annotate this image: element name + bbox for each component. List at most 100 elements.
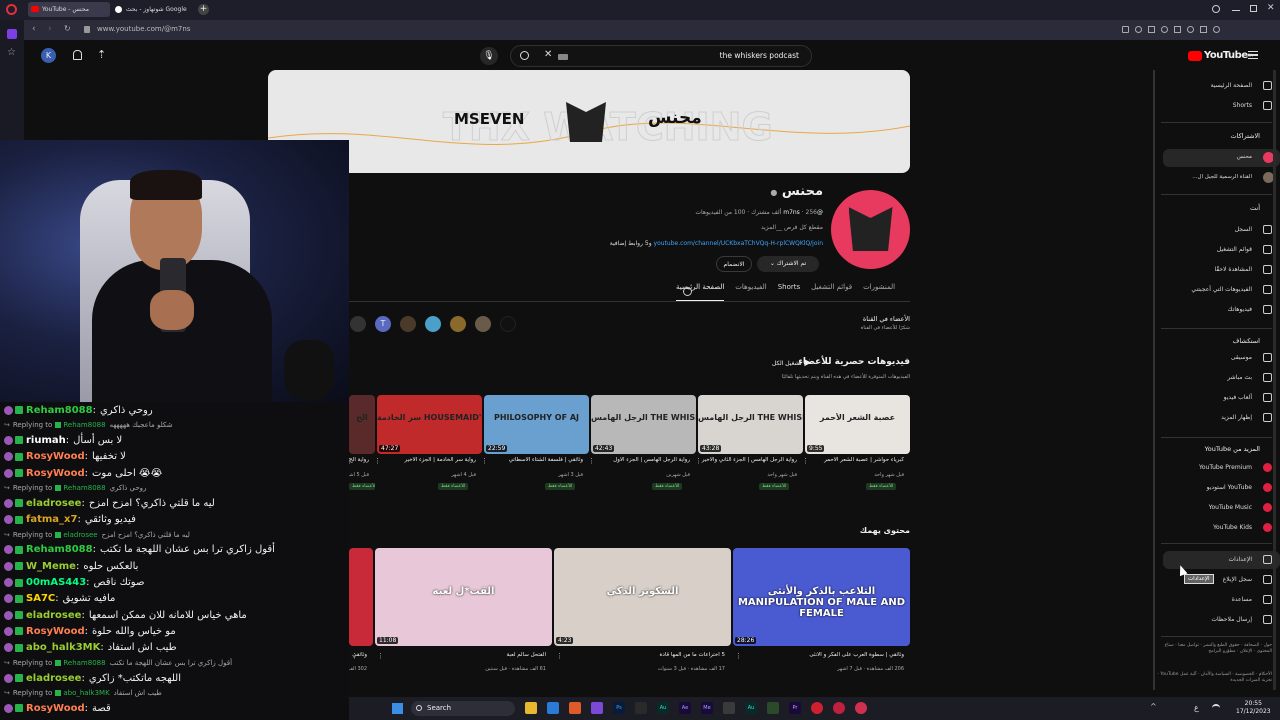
app-icon[interactable] [767,702,779,714]
chat-message[interactable]: RosyWood: قصة [0,700,349,716]
forward-icon[interactable]: › [48,24,52,34]
video-thumbnail[interactable]: سر الخادمة HOUSEMAID'S SECRET 47:27 [377,395,482,454]
sidebar-item-youtube-product[interactable]: YouTube Kids [1163,519,1280,537]
sidebar-item[interactable]: بث مباشر [1163,369,1280,387]
chat-message[interactable]: Reham8088: أقول زاكري ترا بس عشان اللهجة … [0,542,349,558]
taskbar-search[interactable]: Search [411,701,515,716]
sidebar-item[interactable]: الصفحة الرئيسية [1163,77,1280,95]
chat-message[interactable]: W_Meme: بالعكس حلوه [0,558,349,574]
app-icon[interactable] [855,702,867,714]
chat-message[interactable]: SA7C: مافيه تشويق [0,591,349,607]
chat-message[interactable]: RosyWood: لا تخفيها [0,449,349,465]
search-icon[interactable] [520,51,529,60]
windows-start-icon[interactable] [392,703,403,714]
video-title[interactable]: 5 اختراعات ما من المها قادة [554,652,725,658]
photoshop-icon[interactable]: Ps [613,702,625,714]
chat-username[interactable]: RosyWood [26,626,85,637]
sidebar-section-header[interactable]: استكشاف [1233,337,1260,345]
chat-message[interactable]: abo_halk3MK: طيب اش استفاد [0,640,349,656]
chat-username[interactable]: eladrosee [26,673,81,684]
premiere-icon[interactable]: Pr [789,702,801,714]
chat-username[interactable]: abo_halk3MK [26,642,100,653]
reload-icon[interactable]: ↻ [64,24,71,33]
sidebar-item[interactable]: قوائم التشغيل [1163,241,1280,259]
member-avatar[interactable] [350,316,366,332]
chat-username[interactable]: RosyWood [26,451,85,462]
language-indicator[interactable]: ع [1194,703,1199,712]
chat-username[interactable]: W_Meme [26,561,76,572]
video-thumbnail[interactable]: الح [349,395,375,454]
video-thumbnail[interactable]: القت*ل لعبه 11:08 [375,548,552,646]
sidebar-item-youtube-product[interactable]: YouTube Music [1163,499,1280,517]
chat-message[interactable]: riumah: لا بس أسأل [0,432,349,448]
video-thumbnail[interactable]: الرجل الهامس THE WHISPER MAN 43:28 [698,395,803,454]
chat-message[interactable]: Reham8088: روحي ذاكري [0,402,349,418]
chat-username[interactable]: fatma_x7 [26,514,77,525]
sidebar-item-subscription[interactable]: القناة الرسمية للجيل ال... [1163,169,1280,187]
chat-message[interactable]: eladrosee: ليه ما قلتي ذاكري؟ امزح امزح [0,495,349,511]
chat-username[interactable]: eladrosee [26,610,81,621]
search-input[interactable]: the whiskers podcast [720,51,799,60]
sidebar-item-subscription[interactable]: محنس [1163,149,1280,167]
chat-username[interactable]: riumah [26,435,66,446]
chat-message[interactable]: RosyWood: احلى موت 😭😭 [0,465,349,481]
chat-username[interactable]: RosyWood [26,468,85,479]
member-avatar[interactable] [450,316,466,332]
subscribed-button[interactable]: ⌄ تم الاشتراك [757,256,819,272]
chat-message[interactable]: fatma_x7: فيديو وثائقي [0,511,349,527]
url-field[interactable]: www.youtube.com/@m7ns [97,25,190,33]
file-explorer-icon[interactable] [525,702,537,714]
mic-icon[interactable]: 🎙 [480,47,498,65]
video-thumbnail[interactable]: الرجل الهامس THE WHISPER MAN 42:43 [591,395,696,454]
sidebar-item[interactable]: إرسال ملاحظات [1163,611,1280,629]
search-tabs-icon[interactable] [1212,5,1220,13]
sidebar-item[interactable]: السجل [1163,221,1280,239]
video-thumbnail[interactable] [349,548,373,646]
video-thumbnail[interactable]: عصبة الشعر الأحمر 9:55 [805,395,910,454]
sidebar-item-youtube-product[interactable]: YouTube Premium [1163,459,1280,477]
video-title[interactable]: رواية الرجل الهامس | الجزء الثاني والأخي… [698,457,797,463]
system-tray-chevron-icon[interactable]: ^ [1150,702,1157,711]
tab-youtube[interactable]: YouTube - محنس [28,2,110,17]
video-title[interactable]: وثائقي | فلسفة الشتاء الأسطاتي [484,457,583,463]
sidebar-item[interactable]: مساعدة [1163,591,1280,609]
chat-message[interactable]: RosyWood: مو خياس والله حلوة [0,623,349,639]
tab-playlists[interactable]: قوائم التشغيل [811,283,852,301]
chat-username[interactable]: RosyWood [26,703,85,714]
opera-logo-icon[interactable] [6,4,17,15]
bell-icon[interactable] [73,50,82,60]
audition-icon[interactable]: Au [745,702,757,714]
play-all-button[interactable]: ▶ تشغيل الكل [772,358,811,368]
extensions-icons[interactable] [1122,26,1252,34]
search-box[interactable]: ✕ the whiskers podcast [510,45,812,67]
opera-icon[interactable] [811,702,823,714]
video-title[interactable]: الفتحل سالم لعبة [375,652,546,658]
sidebar-section-header[interactable]: الاشتراكات [1230,132,1260,140]
video-title[interactable]: رواية الرجل الهامس | الجزء الأول [591,457,690,463]
close-icon[interactable]: ✕ [1267,3,1275,13]
audition-icon[interactable]: Au [657,702,669,714]
keyboard-icon[interactable] [558,54,568,60]
vscode-icon[interactable] [547,702,559,714]
member-avatar[interactable] [425,316,441,332]
more-options-icon[interactable]: ⋮ [735,652,742,660]
member-avatar[interactable] [500,316,516,332]
sidebar-item[interactable]: ألعاب فيديو [1163,389,1280,407]
sidebar-item[interactable]: فيديوهاتك [1163,301,1280,319]
member-avatar[interactable] [475,316,491,332]
menu-icon[interactable] [1248,51,1258,59]
wifi-icon[interactable] [1212,704,1220,712]
tab-videos[interactable]: الفيديوهات [735,283,766,301]
youtube-logo[interactable]: YouTube SA [1188,50,1253,61]
channel-search-icon[interactable] [683,287,692,296]
minimize-icon[interactable] [1232,10,1240,11]
more-options-icon[interactable]: ⋮ [802,457,809,465]
sidebar-item[interactable]: إظهار المزيد [1163,409,1280,427]
page-scrollbar[interactable] [1273,70,1276,690]
member-avatar[interactable] [400,316,416,332]
upload-icon[interactable]: ⇡ [97,48,106,61]
video-thumbnail[interactable]: PHILOSOPHY OF AJ 22:59 [484,395,589,454]
chat-username[interactable]: Reham8088 [26,544,93,555]
sidebar-scrollbar[interactable] [1153,70,1155,690]
member-avatar-letter[interactable]: T [375,316,391,332]
